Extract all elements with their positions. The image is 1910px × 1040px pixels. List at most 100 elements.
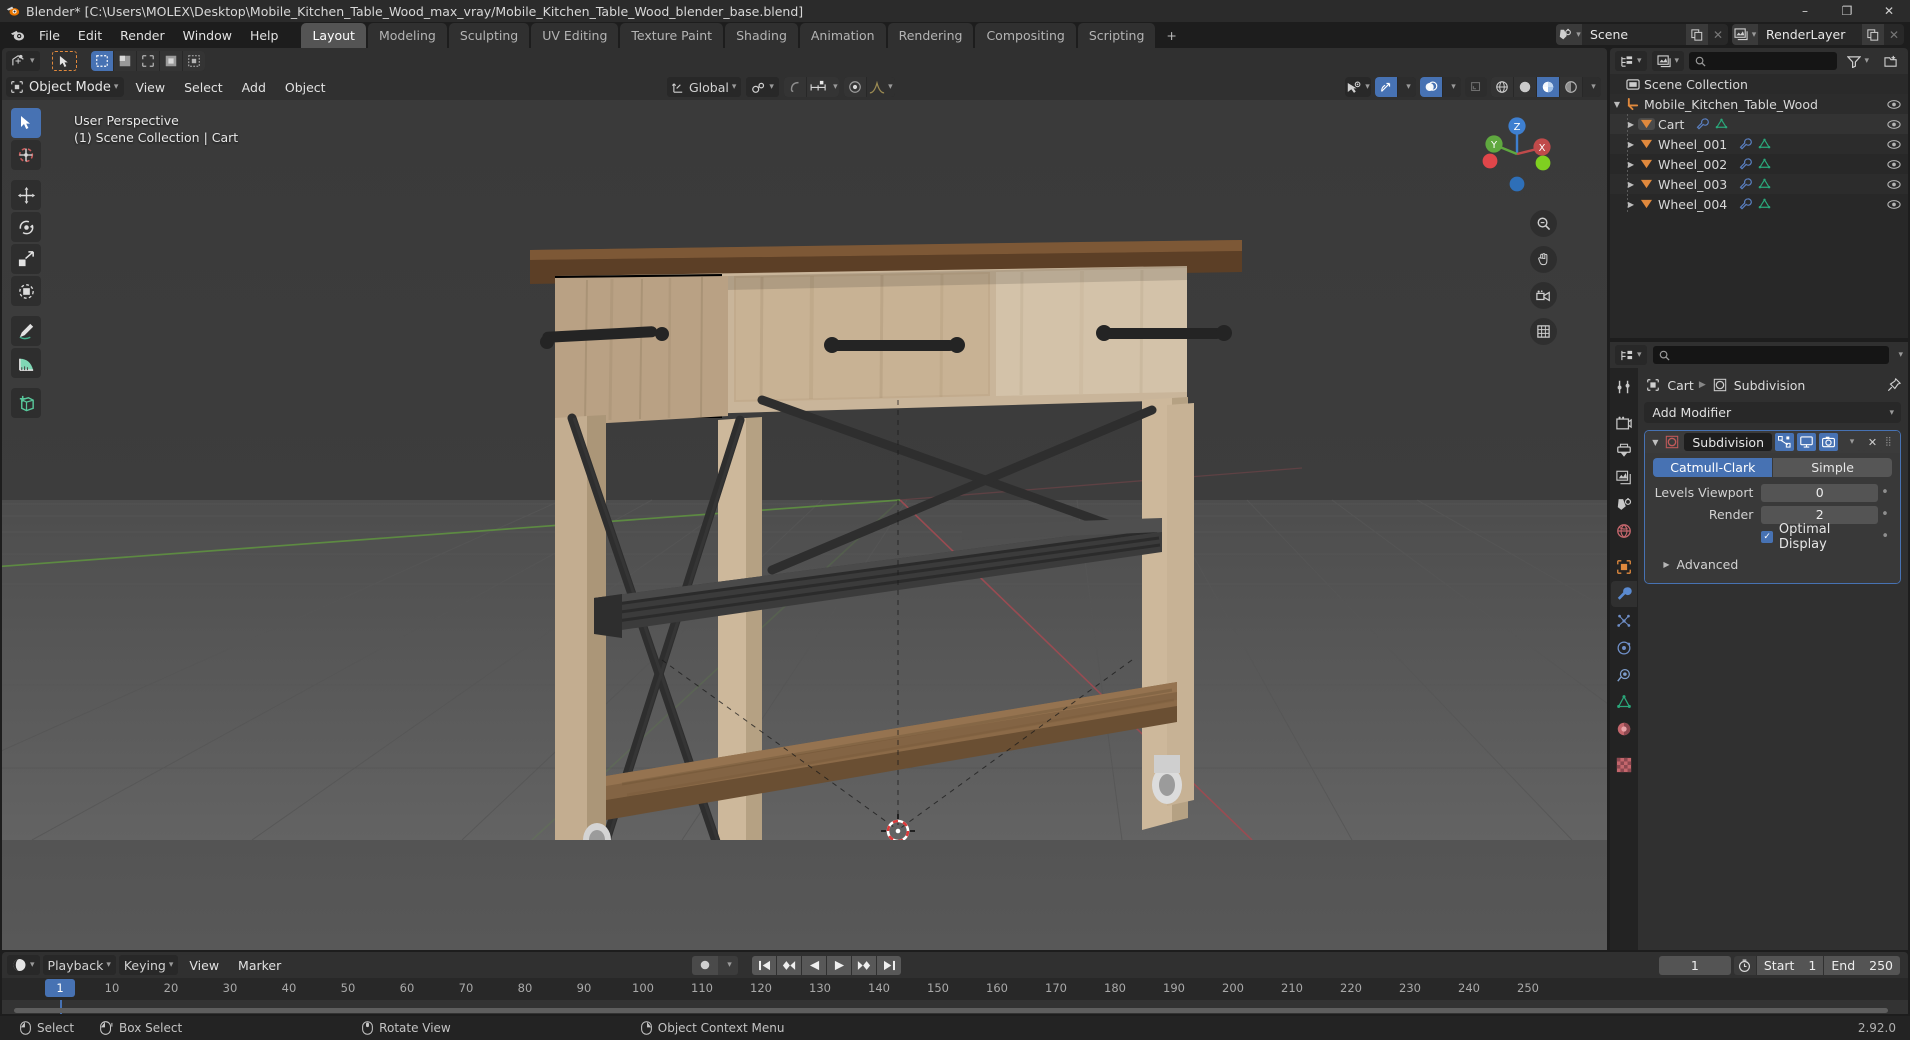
workspace-tab-animation[interactable]: Animation (799, 23, 886, 48)
object-visibility-icon[interactable]: ▾ (1345, 77, 1371, 97)
outliner-filter-icon[interactable]: ▾ (1842, 51, 1874, 71)
jump-to-end-button[interactable] (877, 955, 901, 975)
particles-tab[interactable] (1611, 608, 1637, 634)
transform-orientation-selector[interactable]: Global ▾ (667, 77, 742, 97)
shading-dropdown-icon[interactable]: ▾ (1583, 77, 1601, 97)
menu-render[interactable]: Render (111, 25, 174, 46)
cursor-tool[interactable] (11, 140, 41, 170)
add-modifier-button[interactable]: Add Modifier ▾ (1644, 402, 1901, 423)
select-set-icon[interactable] (90, 51, 113, 71)
outliner-row-object-cart[interactable]: ▶ Cart (1610, 114, 1908, 134)
workspace-tab-layout[interactable]: Layout (301, 23, 366, 48)
zoom-view-icon[interactable] (1530, 210, 1557, 237)
end-frame-field[interactable]: End 250 (1824, 955, 1900, 975)
timeline-menu-playback[interactable]: Playback ▾ (42, 955, 116, 975)
modifier-name-field[interactable]: Subdivision (1684, 433, 1772, 451)
breadcrumb-object-label[interactable]: Cart (1667, 378, 1693, 393)
modifier-icon[interactable] (1739, 198, 1753, 210)
properties-editor-type-icon[interactable]: ▾ (1615, 345, 1647, 365)
tool-tab[interactable] (1611, 374, 1637, 400)
object-tab[interactable] (1611, 554, 1637, 580)
add-workspace-button[interactable]: + (1157, 23, 1185, 48)
current-frame-field[interactable]: 1 (1658, 955, 1731, 975)
viewport-menu-add[interactable]: Add (234, 78, 274, 97)
modifier-tab[interactable] (1611, 581, 1638, 607)
show-gizmo-icon[interactable] (1375, 77, 1397, 97)
navigation-gizmo[interactable]: Z Y X (1473, 110, 1561, 198)
timeline-menu-view[interactable]: View (181, 956, 227, 975)
select-invert-icon[interactable] (159, 51, 182, 71)
scene-selector[interactable]: ▾ Scene ✕ (1556, 24, 1728, 45)
use-preview-range-icon[interactable] (1733, 955, 1756, 975)
play-reverse-button[interactable] (802, 955, 826, 975)
pan-view-icon[interactable] (1530, 246, 1557, 273)
visibility-eye-icon[interactable] (1887, 159, 1901, 170)
modifier-icon[interactable] (1739, 158, 1753, 170)
workspace-tab-shading[interactable]: Shading (725, 23, 798, 48)
outliner-new-collection-icon[interactable] (1879, 51, 1903, 71)
minimize-button[interactable]: – (1784, 0, 1826, 22)
menu-help[interactable]: Help (241, 25, 288, 46)
workspace-tab-texture-paint[interactable]: Texture Paint (620, 23, 724, 48)
new-view-layer-icon[interactable] (1862, 24, 1884, 45)
modifier-icon[interactable] (1696, 118, 1710, 130)
menu-edit[interactable]: Edit (69, 25, 111, 46)
material-preview-shading-icon[interactable] (1537, 77, 1559, 97)
modifier-icon[interactable] (1739, 178, 1753, 190)
render-tab[interactable] (1611, 410, 1637, 436)
timeline-horizontal-scrollbar[interactable] (14, 1008, 1888, 1013)
remove-view-layer-icon[interactable]: ✕ (1884, 24, 1904, 45)
toggle-xray-icon[interactable] (1465, 77, 1487, 97)
menu-window[interactable]: Window (174, 25, 241, 46)
view-layer-tab[interactable] (1611, 464, 1637, 490)
scale-tool[interactable] (11, 244, 41, 274)
rotate-tool[interactable] (11, 212, 41, 242)
blender-menu-icon[interactable] (4, 24, 30, 46)
wireframe-shading-icon[interactable] (1491, 77, 1513, 97)
visibility-eye-icon[interactable] (1887, 99, 1901, 110)
show-in-render-icon[interactable] (1819, 433, 1838, 451)
modifier-expand-triangle[interactable]: ▼ (1648, 438, 1662, 447)
outliner-row-object-wheel-004[interactable]: ▶ Wheel_004 (1610, 194, 1908, 214)
snap-increment-icon[interactable]: ▾ (806, 77, 839, 97)
remove-scene-icon[interactable]: ✕ (1708, 24, 1728, 45)
view-layer-name[interactable]: RenderLayer (1758, 24, 1862, 45)
snap-selector[interactable]: ▾ (746, 77, 779, 97)
add-cube-tool[interactable] (11, 388, 41, 418)
select-intersect-icon[interactable] (182, 51, 205, 71)
auto-keying-dropdown-icon[interactable]: ▾ (718, 955, 738, 975)
timeline-menu-keying[interactable]: Keying ▾ (118, 955, 179, 975)
viewport-menu-select[interactable]: Select (176, 78, 231, 97)
modifier-dropdown-icon[interactable]: ▾ (1841, 433, 1860, 451)
scene-tab[interactable] (1611, 491, 1637, 517)
visibility-eye-icon[interactable] (1887, 119, 1901, 130)
workspace-tab-rendering[interactable]: Rendering (887, 23, 974, 48)
outliner-row-object-wheel-002[interactable]: ▶ Wheel_002 (1610, 154, 1908, 174)
animate-property-dot[interactable]: • (1878, 485, 1892, 500)
proportional-edit-icon[interactable] (783, 77, 806, 97)
optimal-display-checkbox[interactable]: ✓ (1761, 530, 1773, 543)
properties-options-chevron[interactable]: ▾ (1898, 350, 1903, 360)
outliner-editor-type-icon[interactable]: ▾ (1615, 51, 1647, 71)
mesh-data-icon[interactable] (1715, 118, 1728, 130)
falloff-curve-icon[interactable]: ▾ (866, 77, 895, 97)
menu-file[interactable]: File (30, 25, 69, 46)
workspace-tab-scripting[interactable]: Scripting (1077, 23, 1156, 48)
workspace-tab-modeling[interactable]: Modeling (367, 23, 447, 48)
simple-option[interactable]: Simple (1773, 458, 1892, 477)
outliner-search-input[interactable] (1689, 52, 1838, 70)
drag-handle-icon[interactable]: ⣿ (1885, 438, 1897, 447)
modifier-icon[interactable] (1739, 138, 1753, 150)
levels-viewport-field[interactable]: 0 (1761, 483, 1878, 502)
mesh-data-icon[interactable] (1758, 198, 1771, 210)
outliner-row-object-wheel-003[interactable]: ▶ Wheel_003 (1610, 174, 1908, 194)
outliner-display-mode-icon[interactable]: ▾ (1651, 51, 1685, 71)
advanced-section-toggle[interactable]: ▶ Advanced (1653, 554, 1892, 574)
animate-property-dot[interactable]: • (1878, 507, 1892, 522)
animate-property-dot[interactable]: • (1879, 529, 1892, 544)
annotate-tool[interactable] (11, 316, 41, 346)
constraints-tab[interactable] (1611, 662, 1637, 688)
workspace-tab-compositing[interactable]: Compositing (975, 23, 1076, 48)
tweak-select-tool[interactable] (11, 108, 41, 138)
viewport-menu-view[interactable]: View (127, 78, 173, 97)
